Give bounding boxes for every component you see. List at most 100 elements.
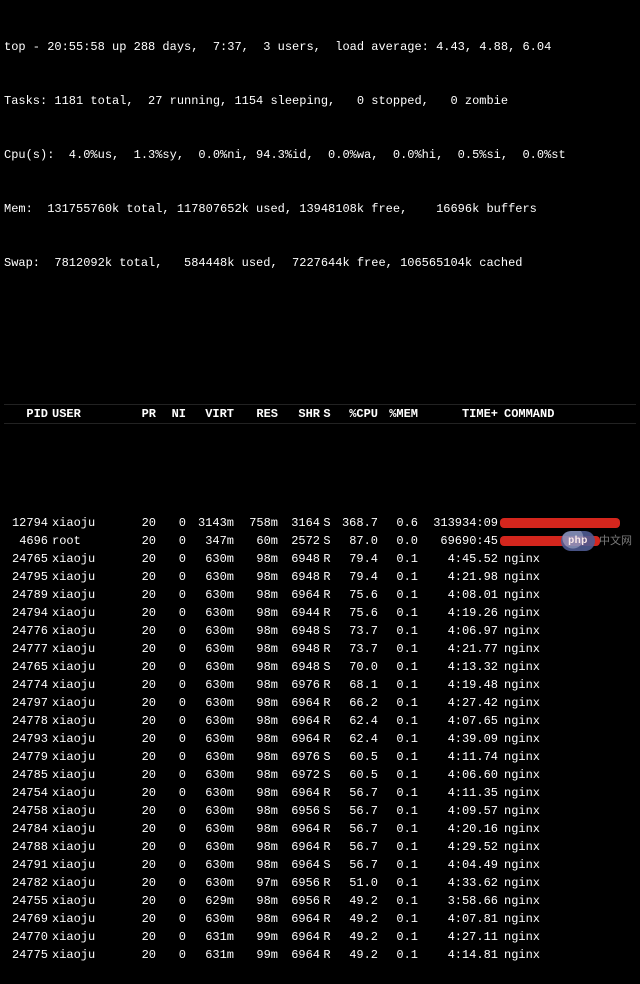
cell-mem: 0.1 xyxy=(378,730,418,748)
cell-cmd: nginx xyxy=(498,730,636,748)
cell-cmd: nginx xyxy=(498,748,636,766)
cell-pr: 20 xyxy=(112,712,156,730)
cell-user: xiaoju xyxy=(48,856,112,874)
cell-pr: 20 xyxy=(112,838,156,856)
cell-cpu: 66.2 xyxy=(334,694,378,712)
cell-ni: 0 xyxy=(156,586,186,604)
cell-virt: 631m xyxy=(186,928,234,946)
table-row: 24770xiaoju200631m99m6964R49.20.14:27.11… xyxy=(4,928,636,946)
table-row: 24795xiaoju200630m98m6948R79.40.14:21.98… xyxy=(4,568,636,586)
cell-time: 4:07.81 xyxy=(418,910,498,928)
cell-time: 4:21.77 xyxy=(418,640,498,658)
cell-cmd: nginx xyxy=(498,928,636,946)
cell-cpu: 62.4 xyxy=(334,730,378,748)
cell-res: 98m xyxy=(234,676,278,694)
cell-mem: 0.1 xyxy=(378,658,418,676)
cell-res: 98m xyxy=(234,910,278,928)
cell-shr: 6964 xyxy=(278,694,320,712)
cell-ni: 0 xyxy=(156,694,186,712)
cell-user: xiaoju xyxy=(48,910,112,928)
cell-s: S xyxy=(320,802,334,820)
cell-user: xiaoju xyxy=(48,892,112,910)
cell-s: R xyxy=(320,892,334,910)
cell-cpu: 62.4 xyxy=(334,712,378,730)
cell-virt: 630m xyxy=(186,910,234,928)
cell-res: 98m xyxy=(234,586,278,604)
table-row: 24785xiaoju200630m98m6972S60.50.14:06.60… xyxy=(4,766,636,784)
cell-mem: 0.6 xyxy=(378,514,418,532)
cell-virt: 630m xyxy=(186,838,234,856)
cell-user: xiaoju xyxy=(48,712,112,730)
cell-shr: 6964 xyxy=(278,946,320,964)
cell-user: xiaoju xyxy=(48,730,112,748)
cell-res: 98m xyxy=(234,730,278,748)
cell-res: 98m xyxy=(234,748,278,766)
cell-cpu: 51.0 xyxy=(334,874,378,892)
cell-ni: 0 xyxy=(156,874,186,892)
cell-mem: 0.1 xyxy=(378,928,418,946)
cell-cmd: nginx xyxy=(498,784,636,802)
cell-res: 98m xyxy=(234,604,278,622)
cell-time: 4:39.09 xyxy=(418,730,498,748)
cell-ni: 0 xyxy=(156,784,186,802)
cell-cmd: nginx xyxy=(498,802,636,820)
cell-shr: 6948 xyxy=(278,658,320,676)
cell-ni: 0 xyxy=(156,568,186,586)
cell-shr: 6948 xyxy=(278,640,320,658)
cell-ni: 0 xyxy=(156,802,186,820)
cell-user: xiaoju xyxy=(48,640,112,658)
col-user: USER xyxy=(48,405,112,423)
cell-user: root xyxy=(48,532,112,550)
cell-time: 4:27.11 xyxy=(418,928,498,946)
cell-cmd: nginx xyxy=(498,640,636,658)
cell-pr: 20 xyxy=(112,568,156,586)
cell-ni: 0 xyxy=(156,712,186,730)
process-table-header: PID USER PR NI VIRT RES SHR S %CPU %MEM … xyxy=(4,368,636,460)
cell-s: R xyxy=(320,784,334,802)
cell-user: xiaoju xyxy=(48,514,112,532)
cell-mem: 0.0 xyxy=(378,532,418,550)
cell-pid: 24782 xyxy=(4,874,48,892)
summary-line-tasks: Tasks: 1181 total, 27 running, 1154 slee… xyxy=(4,92,636,110)
cell-pr: 20 xyxy=(112,550,156,568)
php-logo-icon: php xyxy=(561,531,595,551)
cell-ni: 0 xyxy=(156,892,186,910)
cell-s: S xyxy=(320,622,334,640)
cell-cpu: 87.0 xyxy=(334,532,378,550)
cell-shr: 6948 xyxy=(278,568,320,586)
cell-ni: 0 xyxy=(156,748,186,766)
cell-ni: 0 xyxy=(156,856,186,874)
cell-virt: 630m xyxy=(186,874,234,892)
table-row: 24775xiaoju200631m99m6964R49.20.14:14.81… xyxy=(4,946,636,964)
cell-cmd: nginx xyxy=(498,604,636,622)
cell-cpu: 60.5 xyxy=(334,748,378,766)
cell-time: 4:21.98 xyxy=(418,568,498,586)
cell-pid: 24788 xyxy=(4,838,48,856)
cell-res: 98m xyxy=(234,856,278,874)
cell-pid: 4696 xyxy=(4,532,48,550)
cell-pr: 20 xyxy=(112,730,156,748)
cell-time: 69690:45 xyxy=(418,532,498,550)
cell-res: 99m xyxy=(234,928,278,946)
cell-ni: 0 xyxy=(156,820,186,838)
cell-virt: 630m xyxy=(186,676,234,694)
cell-cmd: nginx xyxy=(498,622,636,640)
cell-ni: 0 xyxy=(156,766,186,784)
cell-res: 98m xyxy=(234,892,278,910)
cell-pid: 24769 xyxy=(4,910,48,928)
cell-virt: 630m xyxy=(186,568,234,586)
cell-res: 98m xyxy=(234,766,278,784)
summary-line-swap: Swap: 7812092k total, 584448k used, 7227… xyxy=(4,254,636,272)
cell-res: 98m xyxy=(234,802,278,820)
cell-res: 98m xyxy=(234,622,278,640)
table-row: 24782xiaoju200630m97m6956R51.00.14:33.62… xyxy=(4,874,636,892)
cell-res: 98m xyxy=(234,568,278,586)
table-row: 24797xiaoju200630m98m6964R66.20.14:27.42… xyxy=(4,694,636,712)
cell-mem: 0.1 xyxy=(378,856,418,874)
cell-pid: 24785 xyxy=(4,766,48,784)
cell-pid: 24793 xyxy=(4,730,48,748)
terminal-output: top - 20:55:58 up 288 days, 7:37, 3 user… xyxy=(0,0,640,984)
cell-pid: 24776 xyxy=(4,622,48,640)
cell-pr: 20 xyxy=(112,532,156,550)
cell-pid: 24784 xyxy=(4,820,48,838)
